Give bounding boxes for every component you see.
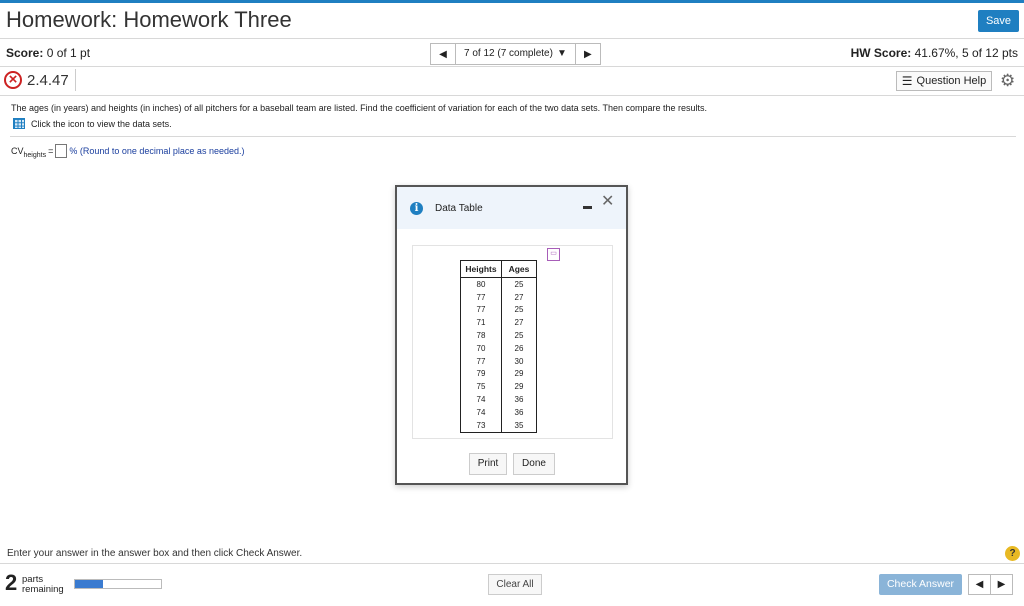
age-cell: 29 bbox=[514, 382, 524, 392]
dialog-title: Data Table bbox=[435, 203, 483, 214]
cv-label: CV bbox=[11, 146, 24, 156]
age-cell: 27 bbox=[514, 318, 524, 328]
print-button[interactable]: Print bbox=[469, 453, 507, 475]
score-display: Score: 0 of 1 pt bbox=[6, 46, 90, 60]
divider bbox=[0, 95, 1024, 96]
triangle-left-icon[interactable]: ◀ bbox=[968, 574, 991, 595]
age-cell: 36 bbox=[514, 395, 524, 405]
table-row: 74 36 bbox=[460, 405, 537, 419]
hw-score-label: HW Score: bbox=[850, 46, 912, 60]
progress-bar bbox=[74, 579, 162, 589]
height-cell: 77 bbox=[460, 303, 502, 317]
table-row: 77 25 bbox=[460, 303, 537, 317]
question-id: × 2.4.47 bbox=[4, 69, 76, 91]
height-cell: 70 bbox=[460, 341, 502, 355]
question-help-label: Question Help bbox=[916, 75, 987, 87]
column-header: Heights bbox=[460, 260, 502, 278]
cv-equals: = bbox=[48, 146, 54, 156]
gear-icon[interactable]: ⚙ bbox=[1000, 71, 1015, 91]
data-table-dialog: i Data Table ✕ ▭ Heights Ages 80 25 77 27 77… bbox=[395, 185, 628, 485]
table-row: 70 26 bbox=[460, 341, 537, 355]
question-select[interactable]: 7 of 12 (7 complete) ▼ bbox=[455, 44, 576, 64]
info-icon: i bbox=[410, 202, 423, 215]
progress-fill bbox=[75, 580, 104, 588]
score-value: 0 of 1 pt bbox=[46, 46, 91, 60]
cv-answer-input[interactable] bbox=[55, 144, 68, 158]
parts-count: 2 bbox=[5, 570, 18, 595]
list-icon: ☰ bbox=[901, 74, 913, 88]
column-header: Ages bbox=[501, 260, 537, 278]
table-row: 75 29 bbox=[460, 380, 537, 394]
triangle-right-icon[interactable]: ▶ bbox=[990, 574, 1013, 595]
age-cell: 25 bbox=[514, 279, 524, 289]
save-button[interactable]: Save bbox=[978, 10, 1019, 32]
table-row: 79 29 bbox=[460, 367, 537, 381]
hw-score-display: HW Score: 41.67%, 5 of 12 pts bbox=[851, 46, 1018, 60]
cv-subscript: heights bbox=[23, 151, 47, 159]
question-number: 2.4.47 bbox=[27, 71, 69, 89]
data-table-body: 80 25 77 27 77 25 71 27 78 25 70 26 77 30 79 29 75 29 74 36… bbox=[460, 277, 537, 433]
triangle-left-icon[interactable]: ◀ bbox=[431, 44, 455, 64]
divider bbox=[10, 136, 1016, 137]
height-cell: 77 bbox=[460, 290, 502, 304]
age-cell: 27 bbox=[514, 292, 524, 302]
data-table-panel: ▭ Heights Ages 80 25 77 27 77 25 71 27 78 25 70 26 7… bbox=[412, 245, 613, 439]
hw-score-value: 41.67%, 5 of 12 pts bbox=[914, 46, 1018, 60]
table-row: 73 35 bbox=[460, 418, 537, 433]
age-cell: 35 bbox=[514, 420, 524, 430]
top-accent-bar bbox=[0, 0, 1024, 3]
question-text: The ages (in years) and heights (in inch… bbox=[11, 103, 708, 113]
divider bbox=[0, 563, 1024, 564]
height-cell: 74 bbox=[460, 393, 502, 406]
page-title: Homework: Homework Three bbox=[6, 7, 292, 32]
data-link[interactable]: Click the icon to view the data sets. bbox=[13, 118, 172, 129]
bottom-navigator: ◀ ▶ bbox=[968, 574, 1013, 595]
data-table-icon[interactable] bbox=[13, 118, 25, 129]
clear-all-button[interactable]: Clear All bbox=[488, 574, 542, 595]
age-cell: 25 bbox=[514, 305, 524, 315]
divider bbox=[0, 66, 1024, 67]
table-row: 77 30 bbox=[460, 354, 537, 368]
data-table: Heights Ages 80 25 77 27 77 25 71 27 78 25 70 26 77 3… bbox=[460, 260, 537, 433]
score-label: Score: bbox=[6, 46, 44, 60]
height-cell: 79 bbox=[460, 367, 502, 381]
height-cell: 75 bbox=[460, 380, 502, 394]
age-cell: 29 bbox=[514, 369, 524, 379]
height-cell: 80 bbox=[460, 277, 502, 291]
height-cell: 77 bbox=[460, 354, 502, 368]
height-cell: 74 bbox=[460, 405, 502, 419]
parts-label: parts remaining bbox=[22, 575, 64, 595]
question-position: 7 of 12 (7 complete) bbox=[464, 48, 553, 59]
height-cell: 71 bbox=[460, 316, 502, 330]
table-row: 80 25 bbox=[460, 277, 537, 291]
height-cell: 73 bbox=[460, 418, 502, 433]
age-cell: 36 bbox=[514, 407, 524, 417]
age-cell: 30 bbox=[514, 356, 524, 366]
answer-line: CV heights = % (Round to one decimal pla… bbox=[11, 144, 245, 159]
help-icon[interactable]: ? bbox=[1005, 546, 1020, 561]
question-help-button[interactable]: ☰ Question Help bbox=[896, 71, 992, 91]
table-row: 71 27 bbox=[460, 316, 537, 330]
parts-label-line: remaining bbox=[22, 584, 64, 595]
close-icon[interactable]: ✕ bbox=[601, 194, 614, 210]
copy-icon[interactable]: ▭ bbox=[547, 248, 560, 261]
table-row: 77 27 bbox=[460, 290, 537, 304]
divider bbox=[0, 38, 1024, 39]
triangle-right-icon[interactable]: ▶ bbox=[576, 44, 600, 64]
height-cell: 78 bbox=[460, 329, 502, 342]
dialog-header: i Data Table ✕ bbox=[397, 187, 626, 229]
done-button[interactable]: Done bbox=[513, 453, 555, 475]
x-circle-icon: × bbox=[4, 71, 22, 89]
check-answer-button[interactable]: Check Answer bbox=[879, 574, 962, 595]
caret-down-icon: ▼ bbox=[556, 48, 567, 59]
table-row: 74 36 bbox=[460, 393, 537, 406]
age-cell: 26 bbox=[514, 343, 524, 353]
data-link-text: Click the icon to view the data sets. bbox=[31, 118, 172, 129]
minimize-icon[interactable] bbox=[583, 206, 592, 209]
table-row: 78 25 bbox=[460, 329, 537, 342]
instruction-text: Enter your answer in the answer box and … bbox=[7, 548, 303, 559]
cv-rounding-note: % (Round to one decimal place as needed.… bbox=[69, 146, 245, 156]
age-cell: 25 bbox=[514, 331, 524, 341]
question-navigator: ◀ 7 of 12 (7 complete) ▼ ▶ bbox=[430, 43, 601, 65]
